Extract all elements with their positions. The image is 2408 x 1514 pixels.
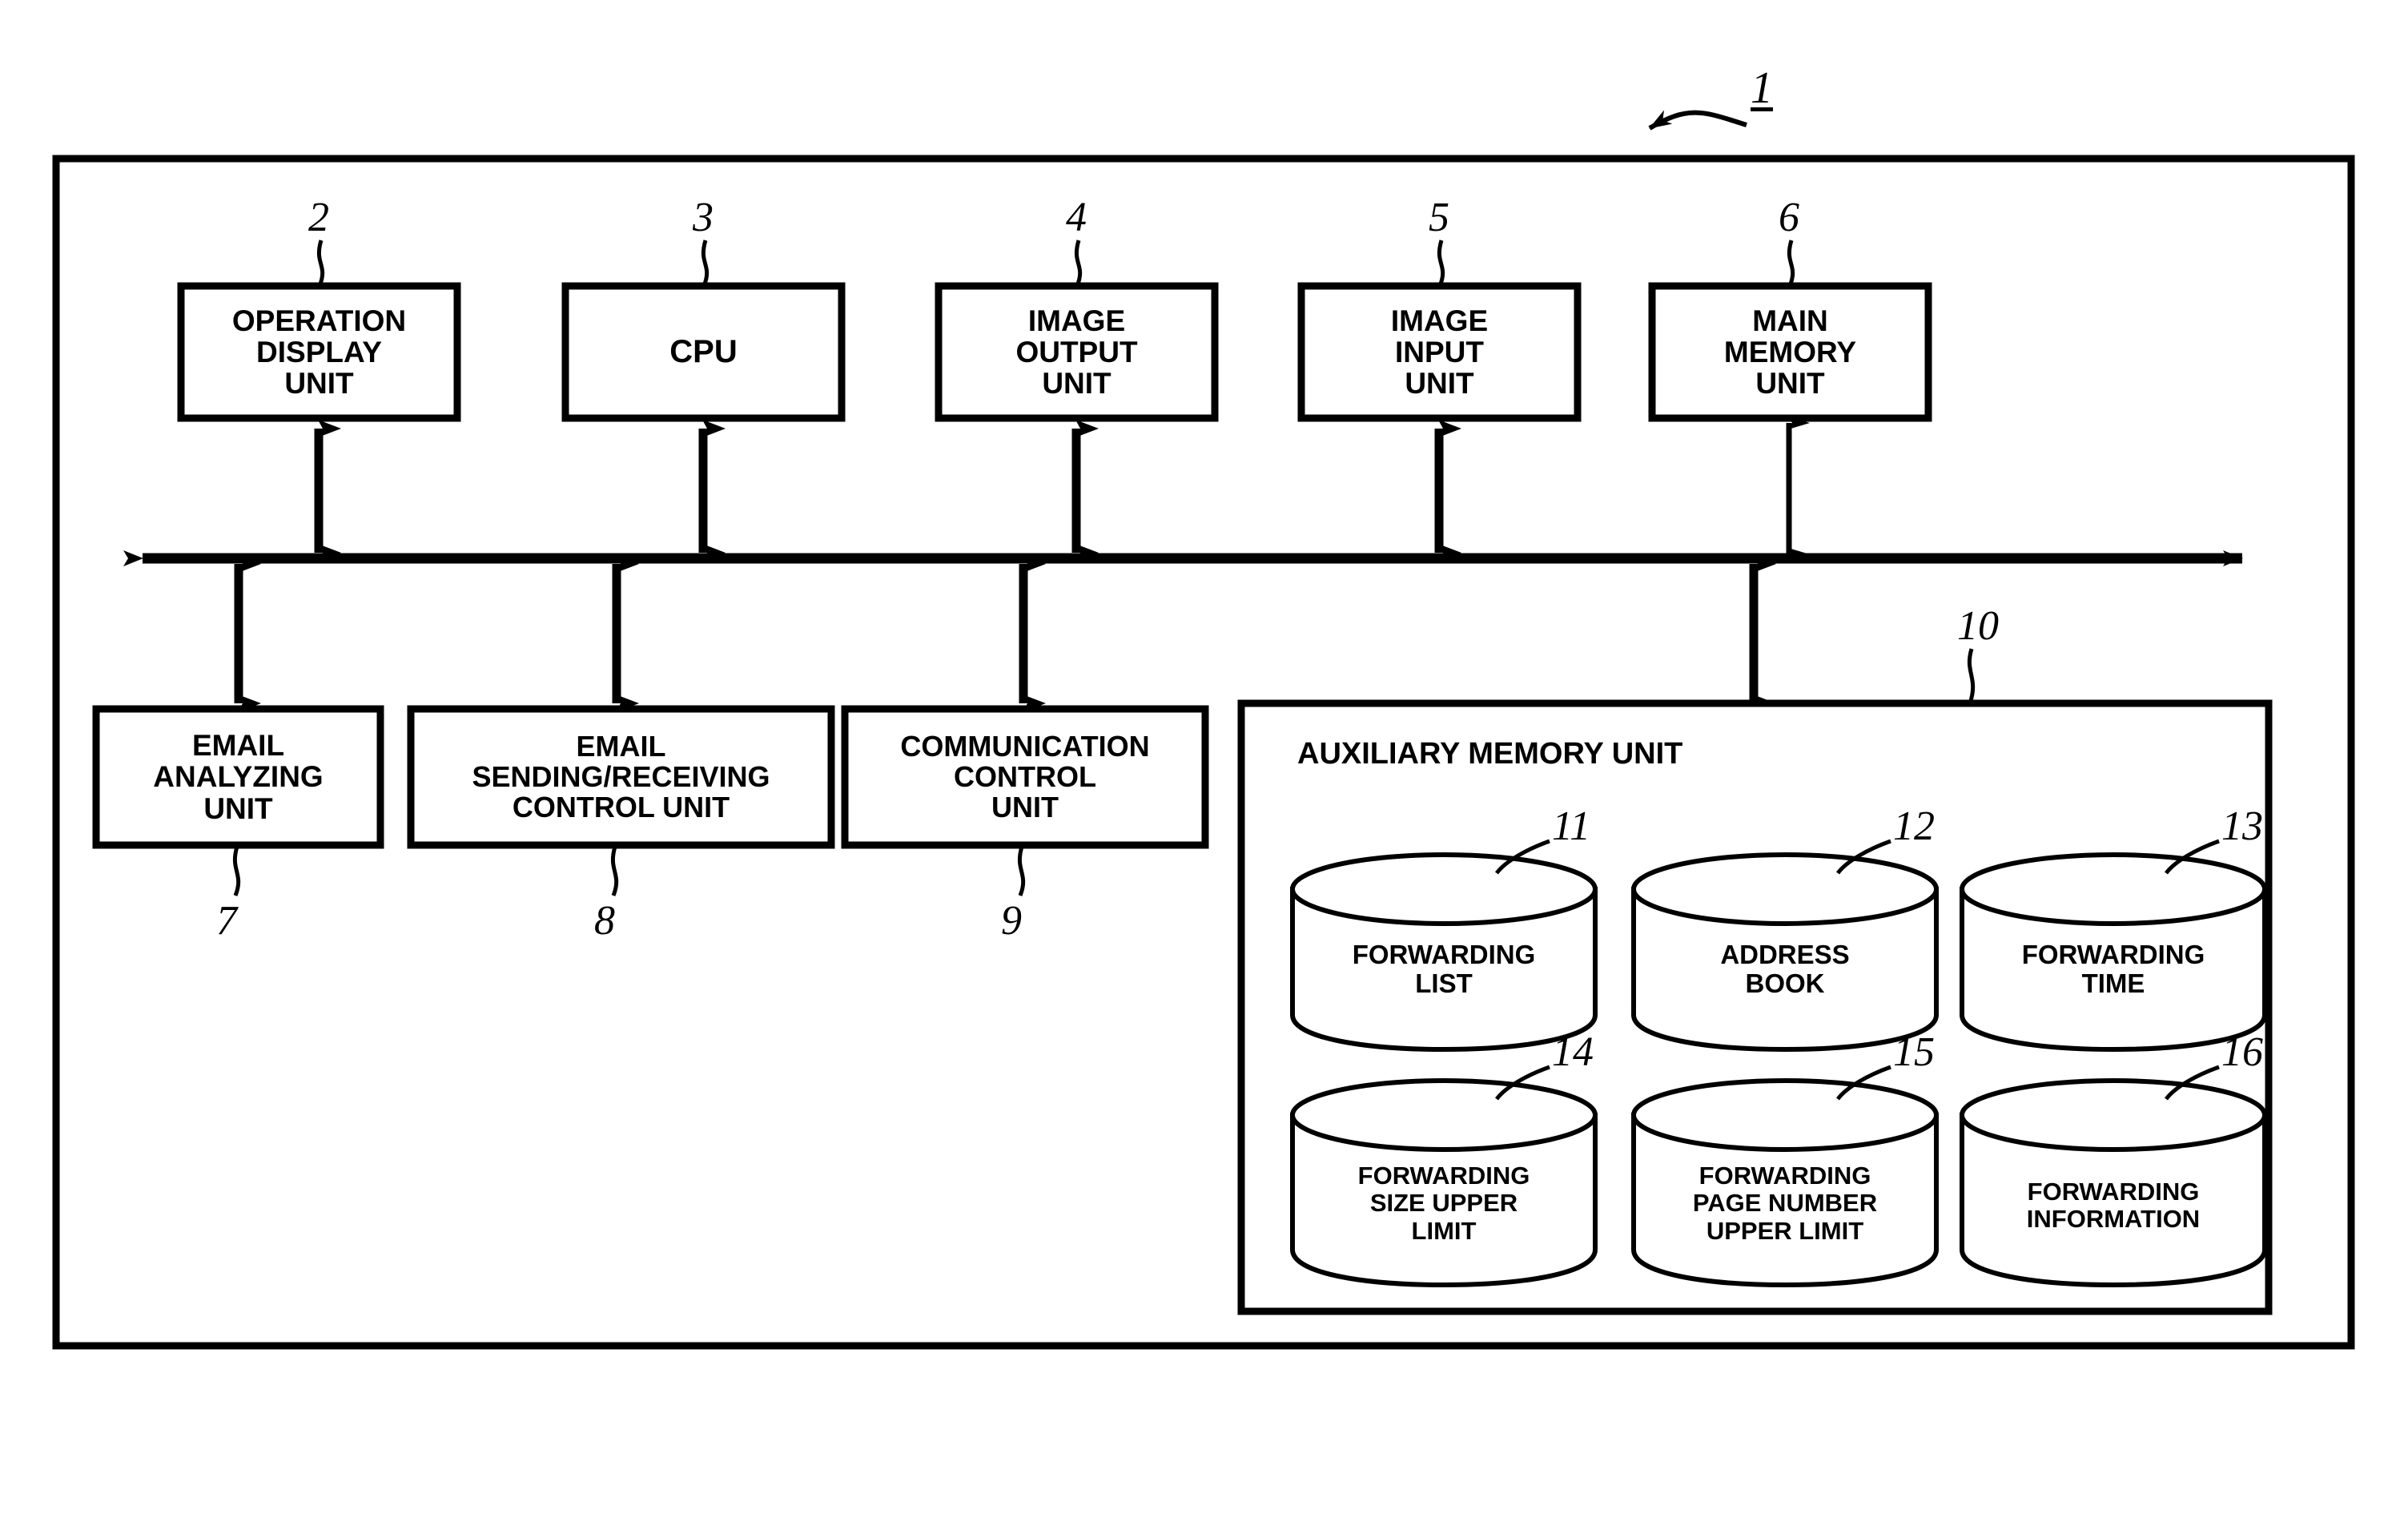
box-email-analyzing-unit xyxy=(92,705,384,849)
leader-line-1 xyxy=(1648,110,1747,131)
leader-5 xyxy=(1437,240,1445,287)
cylinder-forwarding-size-upper-limit xyxy=(1290,1078,1598,1288)
patent-figure-canvas: OPERATION DISPLAY UNIT CPU IMAGE OUTPUT … xyxy=(0,0,2408,1514)
cylinder-forwarding-page-number-upper-limit xyxy=(1631,1078,1939,1288)
diagram-vector-layer xyxy=(52,110,2355,1350)
box-email-sending-receiving-control-unit xyxy=(407,705,835,849)
leader-3 xyxy=(701,240,710,287)
leader-4 xyxy=(1074,240,1083,287)
box-image-output-unit xyxy=(935,282,1219,422)
leader-8 xyxy=(610,846,619,896)
box-cpu xyxy=(561,282,846,422)
leader-7 xyxy=(232,846,241,896)
leader-2 xyxy=(316,240,325,287)
cylinder-forwarding-time xyxy=(1960,852,2267,1053)
cylinder-forwarding-information xyxy=(1960,1078,2267,1288)
cylinder-forwarding-list xyxy=(1290,852,1598,1053)
leader-10 xyxy=(1967,648,1976,704)
box-main-memory-unit xyxy=(1648,282,1932,422)
leader-9 xyxy=(1017,846,1026,896)
box-image-input-unit xyxy=(1297,282,1582,422)
cylinder-address-book xyxy=(1631,852,1939,1053)
leader-6 xyxy=(1787,240,1795,287)
box-communication-control-unit xyxy=(841,705,1209,849)
box-operation-display-unit xyxy=(177,282,461,422)
